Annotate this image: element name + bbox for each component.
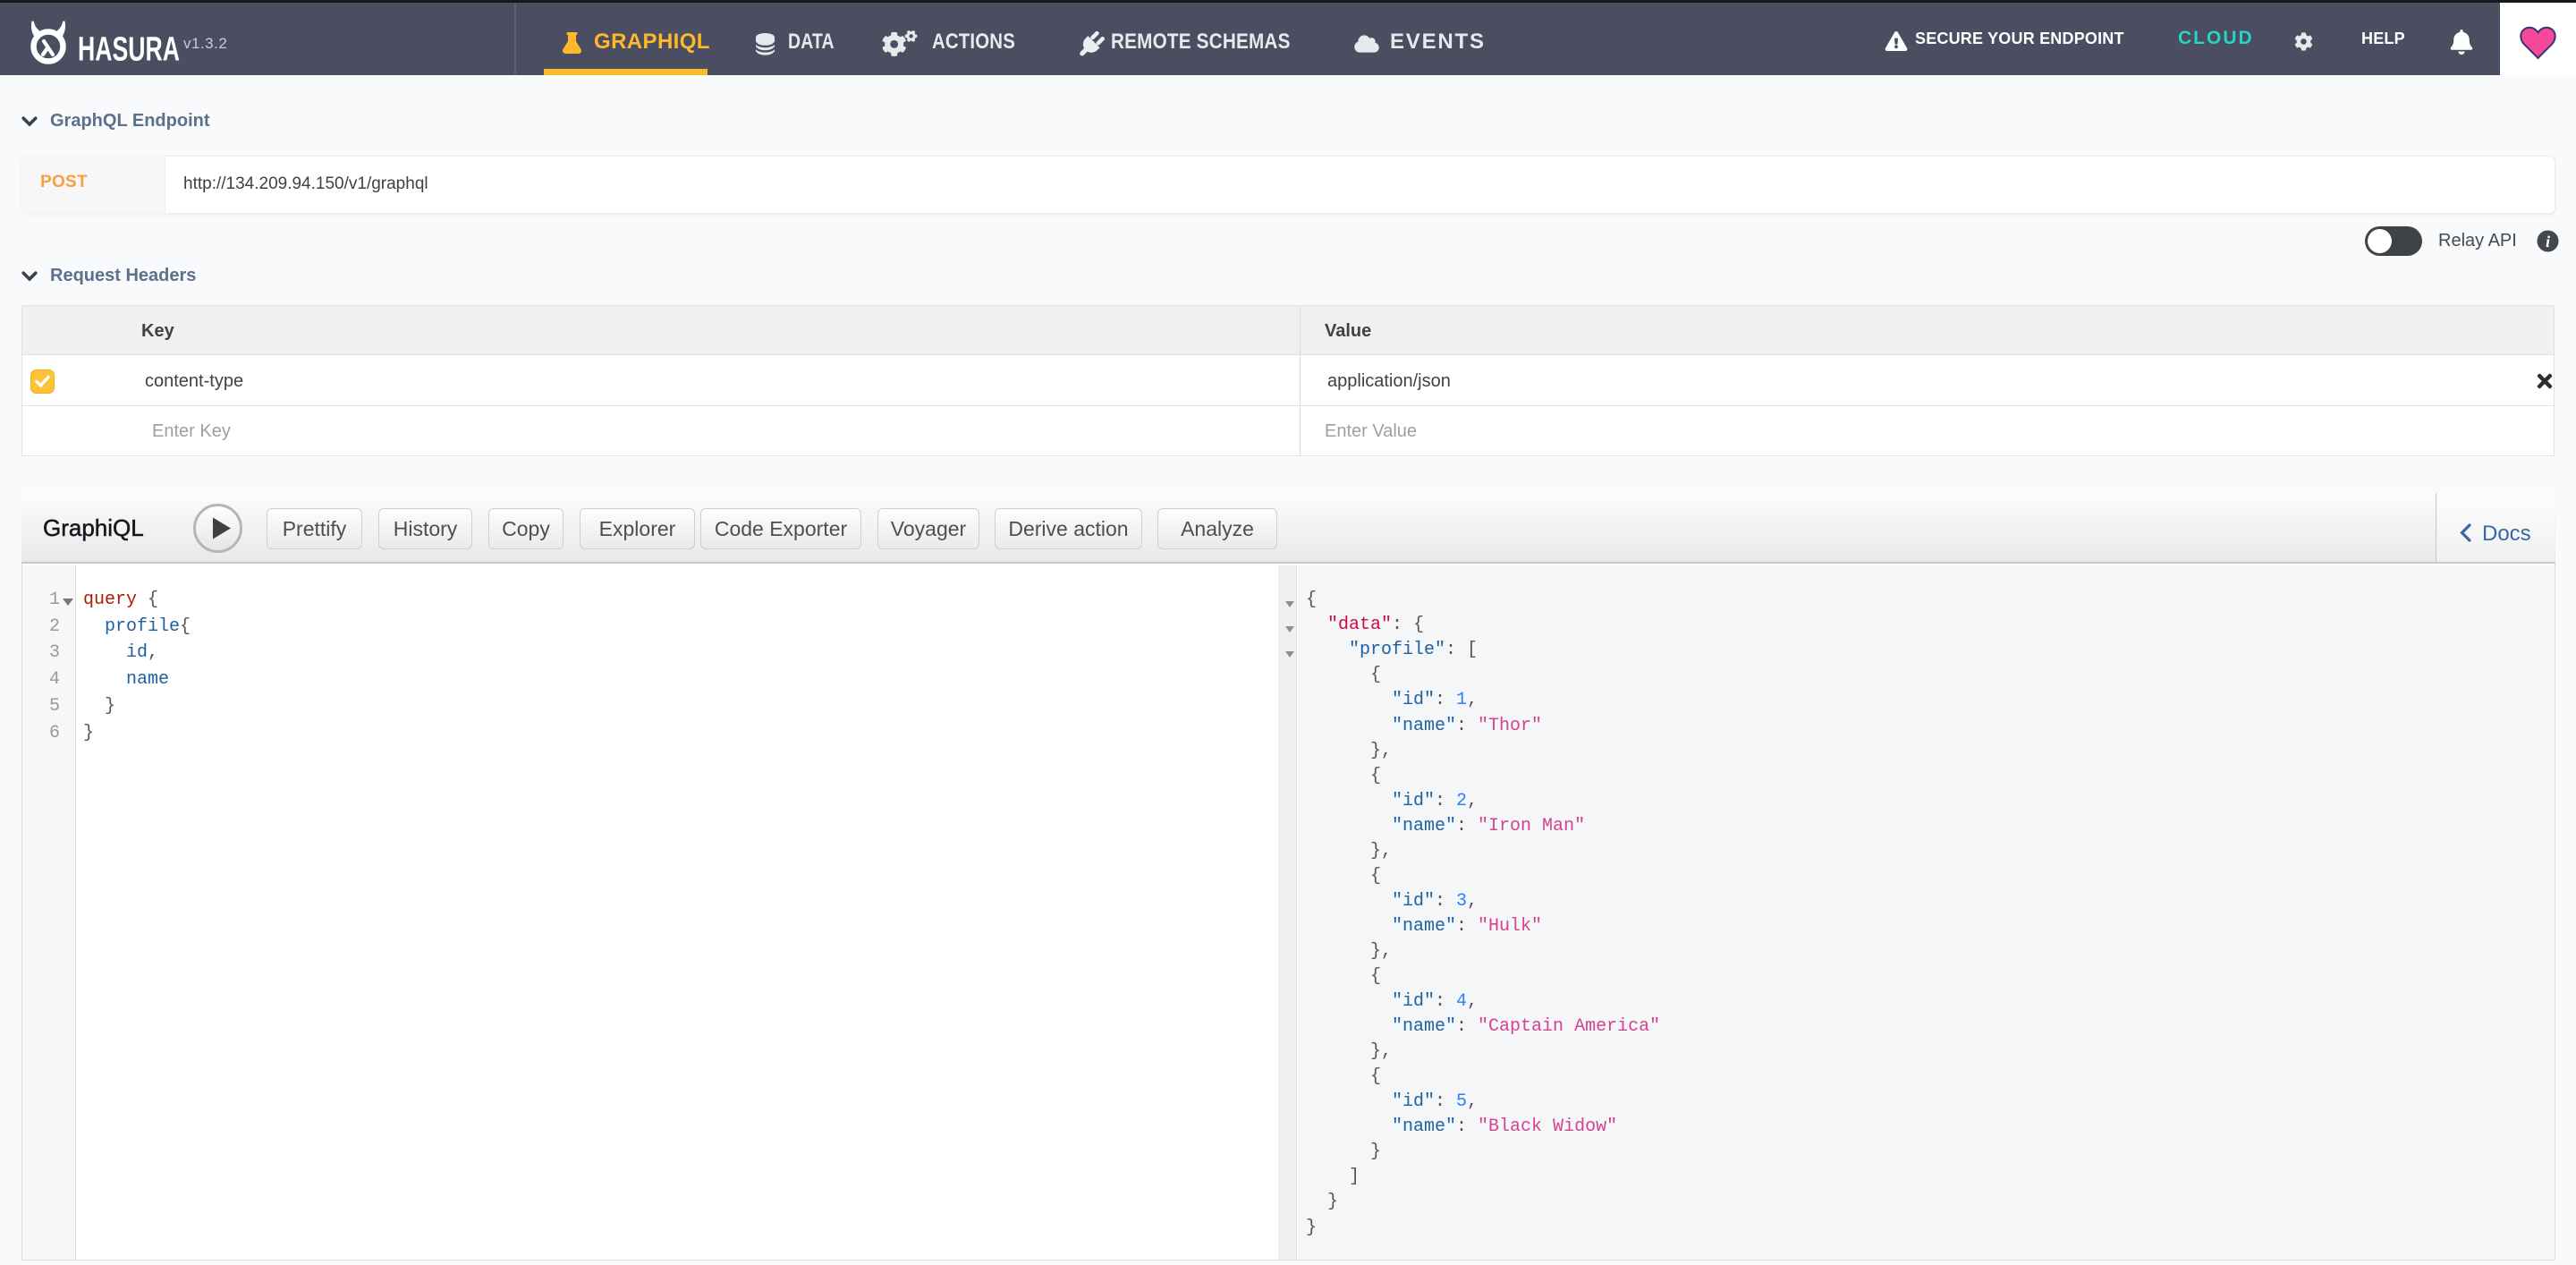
svg-text:HASURA: HASURA (78, 35, 180, 62)
svg-text:i: i (2546, 233, 2550, 250)
